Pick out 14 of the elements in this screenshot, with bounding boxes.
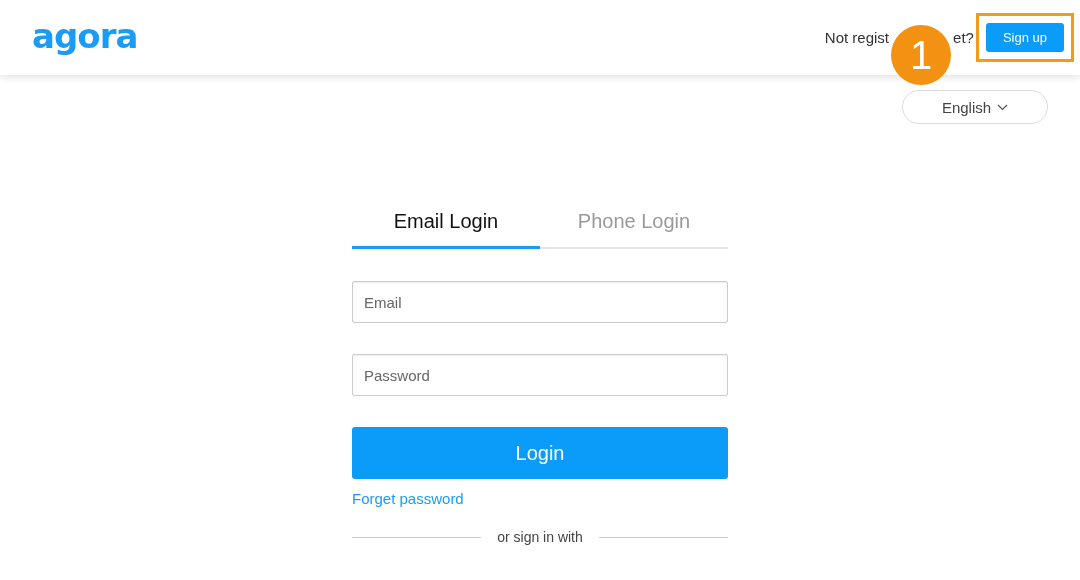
signup-button[interactable]: Sign up <box>985 23 1064 52</box>
login-button[interactable]: Login <box>352 427 728 479</box>
password-field[interactable]: Password <box>352 354 728 396</box>
step-badge: 1 <box>891 25 952 85</box>
email-field[interactable]: Email <box>352 281 728 323</box>
language-dropdown[interactable]: English <box>902 90 1048 124</box>
login-tab[interactable]: Phone Login <box>540 210 728 249</box>
logo[interactable]: agora <box>32 15 138 56</box>
forget-password-link[interactable]: Forget password <box>352 490 464 507</box>
divider-text: or sign in with <box>497 529 583 545</box>
login-tab[interactable]: Email Login <box>352 210 540 249</box>
caret-icon <box>997 103 1009 111</box>
prompt-text: et? <box>953 29 974 46</box>
prompt-text: Not regist <box>824 29 890 46</box>
